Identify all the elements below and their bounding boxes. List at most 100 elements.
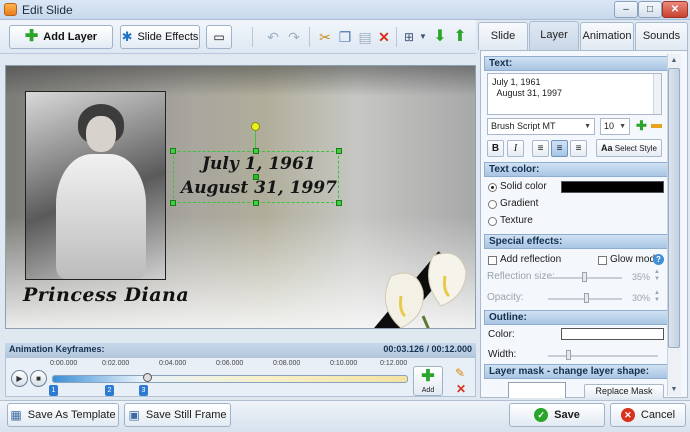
resize-handle[interactable] xyxy=(336,148,342,154)
slide-effects-label: Slide Effects xyxy=(137,31,199,43)
film-icon: ▭ xyxy=(213,30,225,44)
slide-preview[interactable]: Princess Diana July 1, 1961 August 31, 1… xyxy=(5,65,476,329)
select-style-button[interactable]: Aa Select Style xyxy=(596,139,662,157)
cut-icon[interactable]: ✂ xyxy=(316,29,334,45)
portrait-face xyxy=(86,116,116,152)
reflection-size-spinner[interactable]: ▲ ▼ xyxy=(654,269,660,283)
add-keyframe-button[interactable]: ✚ Add xyxy=(413,366,443,396)
stop-button[interactable]: ■ xyxy=(30,370,47,387)
ruler-tick: 0:12.000 xyxy=(380,360,408,367)
save-still-frame-label: Save Still Frame xyxy=(145,409,227,421)
mask-preview[interactable] xyxy=(508,382,566,398)
solid-color-radio[interactable] xyxy=(488,183,497,192)
help-icon[interactable]: ? xyxy=(653,254,664,265)
play-button[interactable]: ▶ xyxy=(11,370,28,387)
template-icon: ▦ xyxy=(10,408,22,422)
title-bar: Edit Slide xyxy=(0,0,690,20)
keyframes-header: Animation Keyframes: 00:03.126 / 00:12.0… xyxy=(5,343,476,357)
glow-mode-checkbox[interactable] xyxy=(598,256,607,265)
resize-handle[interactable] xyxy=(170,148,176,154)
outline-color-swatch[interactable] xyxy=(561,328,664,340)
align-left-button[interactable]: ≡ xyxy=(532,140,549,157)
align-right-button[interactable]: ≡ xyxy=(570,140,587,157)
italic-button[interactable]: I xyxy=(507,140,524,157)
copy-icon[interactable]: ❐ xyxy=(336,29,354,45)
sparkle-icon: ✱ xyxy=(121,29,133,44)
save-as-template-button[interactable]: ▦ Save As Template xyxy=(7,403,119,427)
maximize-button[interactable]: □ xyxy=(638,1,662,18)
scroll-up-icon[interactable]: ▲ xyxy=(668,55,680,67)
outline-color-label: Color: xyxy=(488,329,515,340)
plus-icon: ✚ xyxy=(421,368,435,385)
add-layer-button[interactable]: ✚ Add Layer xyxy=(9,25,113,49)
increase-font-icon[interactable]: ✚ xyxy=(636,118,647,134)
date-line-birth: July 1, 1961 xyxy=(202,154,316,174)
minimize-button[interactable]: – xyxy=(614,1,638,18)
playhead[interactable] xyxy=(143,373,152,382)
texture-radio[interactable] xyxy=(488,217,497,226)
keyframe-marker[interactable]: 2 xyxy=(105,385,114,396)
font-size-select[interactable]: 10 ▼ xyxy=(600,118,630,135)
text-input-line: August 31, 1997 xyxy=(492,88,563,98)
image-icon: ▣ xyxy=(128,408,140,422)
reflection-size-label: Reflection size: xyxy=(487,271,555,282)
undo-icon[interactable]: ↶ xyxy=(264,29,282,45)
ruler-tick: 0:04.000 xyxy=(159,360,187,367)
add-reflection-checkbox[interactable] xyxy=(488,256,497,265)
rotate-handle[interactable] xyxy=(251,122,260,131)
cancel-button[interactable]: ✕ Cancel xyxy=(610,403,686,427)
resize-handle[interactable] xyxy=(253,200,259,206)
section-text-color-header: Text color: xyxy=(484,162,669,177)
close-window-button[interactable]: ✕ xyxy=(662,1,688,18)
keyframe-marker[interactable]: 3 xyxy=(139,385,148,396)
delete-icon[interactable]: ✕ xyxy=(375,29,393,45)
redo-icon[interactable]: ↷ xyxy=(285,29,303,45)
reflection-size-value[interactable]: 35% xyxy=(632,272,650,282)
chevron-down-icon[interactable]: ▼ xyxy=(414,29,432,45)
effects-preview-button[interactable]: ▭ xyxy=(206,25,232,49)
replace-mask-button[interactable]: Replace Mask xyxy=(584,384,664,398)
reflection-size-thumb[interactable] xyxy=(582,272,587,282)
font-size-value: 10 xyxy=(604,121,615,131)
tab-slide[interactable]: Slide xyxy=(478,22,528,50)
save-still-frame-button[interactable]: ▣ Save Still Frame xyxy=(124,403,231,427)
pencil-icon[interactable]: ✎ xyxy=(455,366,465,380)
resize-handle[interactable] xyxy=(336,200,342,206)
opacity-value[interactable]: 30% xyxy=(632,293,650,303)
delete-keyframe-icon[interactable]: ✕ xyxy=(456,382,466,396)
add-keyframe-label: Add xyxy=(421,387,435,394)
slide-effects-button[interactable]: ✱ Slide Effects xyxy=(120,25,200,49)
paste-icon[interactable]: ▤ xyxy=(356,29,374,45)
opacity-spinner[interactable]: ▲ ▼ xyxy=(654,290,660,304)
texture-label: Texture xyxy=(500,215,533,226)
bold-button[interactable]: B xyxy=(487,140,504,157)
resize-handle[interactable] xyxy=(170,200,176,206)
save-button[interactable]: ✓ Save xyxy=(509,403,605,427)
toolbar-separator xyxy=(252,27,253,47)
tab-layer[interactable]: Layer xyxy=(529,21,579,51)
text-input[interactable]: July 1, 1961 August 31, 1997 xyxy=(487,73,662,115)
opacity-thumb[interactable] xyxy=(584,293,589,303)
font-family-select[interactable]: Brush Script MT ▼ xyxy=(487,118,595,135)
solid-color-swatch[interactable] xyxy=(561,181,664,193)
scroll-down-icon[interactable]: ▼ xyxy=(668,384,680,396)
outline-width-track[interactable] xyxy=(548,355,658,357)
tab-animation[interactable]: Animation xyxy=(580,22,634,50)
outline-width-thumb[interactable] xyxy=(566,350,571,360)
align-center-button[interactable]: ≡ xyxy=(551,140,568,157)
gradient-radio[interactable] xyxy=(488,200,497,209)
section-layer-mask-header: Layer mask - change layer shape: xyxy=(484,364,669,379)
chevron-down-icon: ▼ xyxy=(584,123,591,130)
text-input-scrollbar[interactable] xyxy=(653,74,661,114)
keyframe-track[interactable] xyxy=(52,375,408,383)
tab-sounds[interactable]: Sounds xyxy=(635,22,688,50)
keyframe-marker[interactable]: 1 xyxy=(49,385,58,396)
portrait-photo[interactable] xyxy=(25,91,166,280)
panel-scroll-thumb[interactable] xyxy=(668,68,680,348)
caption-text[interactable]: Princess Diana xyxy=(23,284,189,306)
move-up-icon[interactable]: ⬆ xyxy=(451,29,469,45)
move-down-icon[interactable]: ⬇ xyxy=(431,29,449,45)
select-style-label: Select Style xyxy=(614,144,657,153)
save-label: Save xyxy=(554,409,580,421)
decrease-font-icon[interactable] xyxy=(651,124,662,128)
